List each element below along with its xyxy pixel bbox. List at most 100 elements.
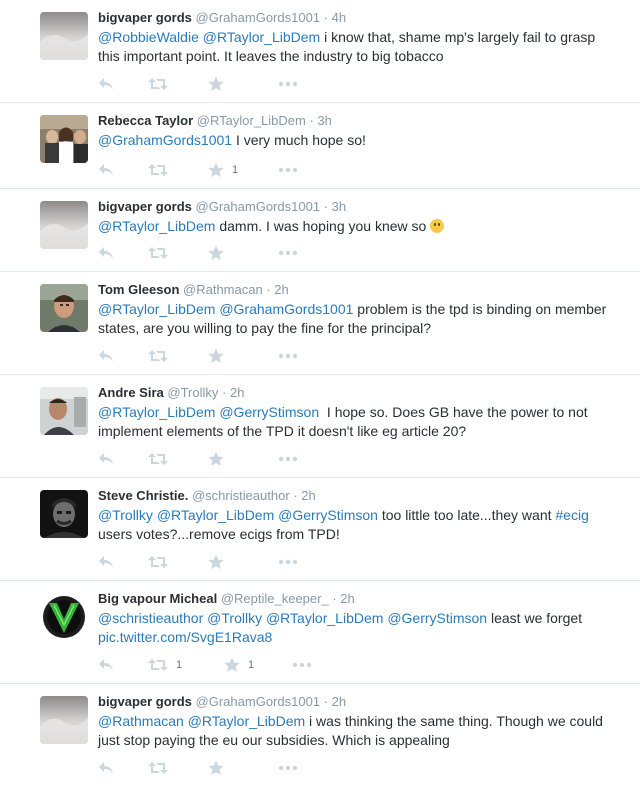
reply-icon [99,453,113,465]
avatar[interactable] [40,387,88,435]
favorite-button[interactable] [208,74,232,94]
mention-link[interactable]: @RobbieWaldie [98,29,199,45]
mention-link[interactable]: @Trollky [207,610,262,626]
mention-link[interactable]: @RTaylor_LibDem [188,713,305,729]
favorite-button[interactable]: 1 [224,655,254,675]
reply-icon [99,350,113,362]
favorite-button[interactable] [208,346,232,366]
timestamp[interactable]: 2h [230,385,244,400]
mention-link[interactable]: @Rathmacan [98,713,184,729]
timestamp[interactable]: 3h [317,113,331,128]
reply-icon [99,247,113,259]
user-name[interactable]: Andre Sira [98,385,164,400]
mention-link[interactable]: @GrahamGords1001 [98,132,232,148]
user-name[interactable]: Steve Christie. [98,488,188,503]
favorite-button[interactable] [208,758,232,778]
user-handle[interactable]: @Reptile_keeper_ [221,591,329,606]
user-name[interactable]: bigvaper gords [98,199,192,214]
avatar[interactable] [40,490,88,538]
tweet[interactable]: Rebecca Taylor @RTaylor_LibDem · 3h @Gra… [0,103,640,189]
more-button[interactable] [278,552,298,572]
tweet[interactable]: Andre Sira @Trollky · 2h @RTaylor_LibDem… [0,375,640,478]
user-name[interactable]: bigvaper gords [98,10,192,25]
mention-link[interactable]: @RTaylor_LibDem [203,29,320,45]
mention-link[interactable]: @schristieauthor [98,610,203,626]
retweet-button[interactable] [148,552,176,572]
tweet[interactable]: bigvaper gords @GrahamGords1001 · 4h @Ro… [0,0,640,103]
mention-link[interactable]: @RTaylor_LibDem [98,404,215,420]
avatar[interactable] [40,201,88,249]
tweet[interactable]: bigvaper gords @GrahamGords1001 · 3h @RT… [0,189,640,272]
mention-link[interactable]: @RTaylor_LibDem [266,610,383,626]
retweet-button[interactable] [148,160,176,180]
retweet-button[interactable] [148,346,176,366]
mention-link[interactable]: @Trollky [98,507,153,523]
favorite-count: 1 [248,659,255,671]
avatar[interactable] [40,593,88,641]
avatar[interactable] [40,284,88,332]
user-handle[interactable]: @Trollky [167,385,218,400]
favorite-button[interactable]: 1 [208,160,238,180]
user-handle[interactable]: @GrahamGords1001 [196,10,320,25]
mention-link[interactable]: @GrahamGords1001 [219,301,353,317]
tweet-actions [98,449,328,469]
tweet[interactable]: Big vapour Micheal @Reptile_keeper_ · 2h… [0,581,640,684]
mention-link[interactable]: @RTaylor_LibDem [98,301,215,317]
reply-button[interactable] [98,552,114,572]
user-name[interactable]: Rebecca Taylor [98,113,193,128]
pic-link[interactable]: pic.twitter.com/SvgE1Rava8 [98,629,272,645]
more-dots-icon [278,559,298,565]
favorite-button[interactable] [208,243,232,263]
favorite-button[interactable] [208,449,232,469]
timestamp[interactable]: 2h [274,282,288,297]
more-button[interactable] [278,346,298,366]
reply-button[interactable] [98,346,114,366]
tweet[interactable]: bigvaper gords @GrahamGords1001 · 2h @Ra… [0,684,640,786]
retweet-button[interactable]: 1 [148,655,182,675]
more-button[interactable] [278,758,298,778]
mention-link[interactable]: @GerryStimson [219,404,319,420]
user-handle[interactable]: @Rathmacan [183,282,263,297]
mention-link[interactable]: @RTaylor_LibDem [157,507,274,523]
retweet-icon [148,659,168,671]
user-name[interactable]: bigvaper gords [98,694,192,709]
reply-button[interactable] [98,160,114,180]
retweet-button[interactable] [148,243,176,263]
timestamp[interactable]: 3h [332,199,346,214]
mention-link[interactable]: @GerryStimson [387,610,487,626]
tweet[interactable]: Tom Gleeson @Rathmacan · 2h @RTaylor_Lib… [0,272,640,375]
more-button[interactable] [278,74,298,94]
more-button[interactable] [278,160,298,180]
favorite-button[interactable] [208,552,232,572]
avatar[interactable] [40,696,88,744]
mention-link[interactable]: @GerryStimson [278,507,378,523]
retweet-button[interactable] [148,74,176,94]
more-button[interactable] [278,449,298,469]
tweet-header: Big vapour Micheal @Reptile_keeper_ · 2h [98,591,628,607]
user-handle[interactable]: @schristieauthor [192,488,290,503]
user-handle[interactable]: @GrahamGords1001 [196,199,320,214]
more-button[interactable] [278,243,298,263]
user-name[interactable]: Big vapour Micheal [98,591,217,606]
timestamp[interactable]: 2h [301,488,315,503]
avatar[interactable] [40,115,88,163]
tweet[interactable]: Steve Christie. @schristieauthor · 2h @T… [0,478,640,581]
retweet-button[interactable] [148,758,176,778]
user-handle[interactable]: @GrahamGords1001 [196,694,320,709]
timestamp[interactable]: 2h [332,694,346,709]
user-name[interactable]: Tom Gleeson [98,282,179,297]
mention-link[interactable]: @RTaylor_LibDem [98,218,215,234]
tweet-actions: 1 [98,160,328,180]
reply-button[interactable] [98,243,114,263]
reply-button[interactable] [98,758,114,778]
reply-button[interactable] [98,449,114,469]
hashtag-link[interactable]: #ecig [555,507,588,523]
reply-button[interactable] [98,655,114,675]
avatar[interactable] [40,12,88,60]
timestamp[interactable]: 2h [340,591,354,606]
reply-button[interactable] [98,74,114,94]
timestamp[interactable]: 4h [332,10,346,25]
user-handle[interactable]: @RTaylor_LibDem [197,113,306,128]
more-button[interactable] [292,655,312,675]
retweet-button[interactable] [148,449,176,469]
